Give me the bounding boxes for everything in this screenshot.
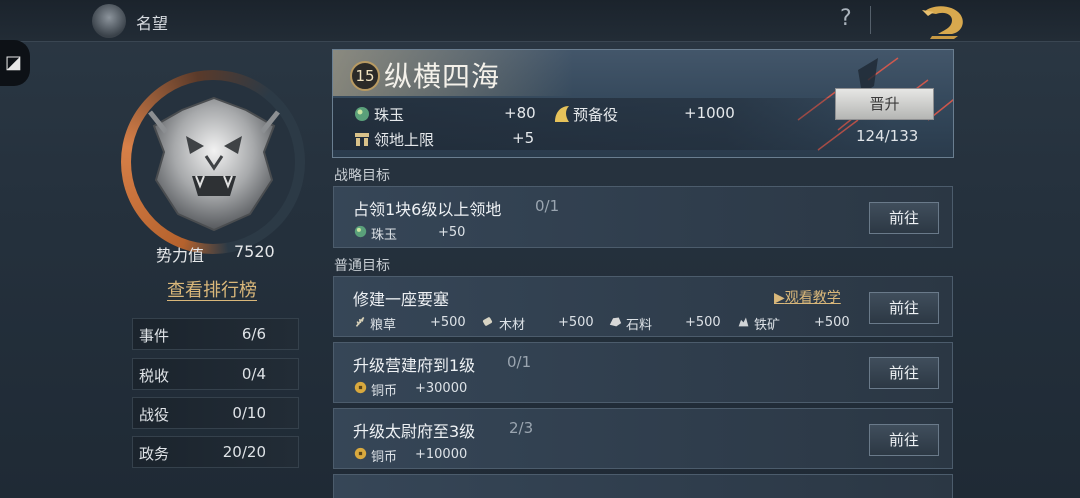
stat-value: 20/20 bbox=[222, 443, 266, 461]
go-button[interactable]: 前往 bbox=[869, 357, 939, 389]
iron-icon bbox=[738, 317, 749, 327]
beast-mask-emblem-icon bbox=[148, 96, 280, 232]
task-name: 升级营建府到1级 bbox=[353, 356, 476, 375]
task-reward-value: +500 bbox=[814, 315, 850, 330]
stat-label: 战役 bbox=[139, 406, 170, 424]
page-title: 名望 bbox=[136, 14, 169, 33]
rank-reward-value: +5 bbox=[512, 129, 535, 147]
power-value: 7520 bbox=[234, 242, 275, 261]
promotion-progress: 124/133 bbox=[856, 127, 919, 145]
stat-row-tax: 税收 0/4 bbox=[132, 358, 299, 390]
stat-label: 税收 bbox=[139, 367, 170, 385]
task-card: 修建一座要塞 粮草 +500 木材 +500 石料 +500 铁矿 +500 前… bbox=[333, 276, 953, 337]
task-reward-value: +30000 bbox=[415, 381, 468, 396]
task-reward-label: 珠玉 bbox=[371, 228, 398, 243]
promote-button[interactable]: 晋升 bbox=[835, 88, 934, 120]
back-dragon-icon[interactable] bbox=[918, 2, 970, 40]
stat-value: 0/4 bbox=[241, 365, 266, 383]
watch-tutorial-link[interactable]: ▶观看教学 bbox=[774, 287, 841, 307]
task-reward-label: 铁矿 bbox=[754, 318, 781, 333]
view-ranking-link[interactable]: 查看排行榜 bbox=[167, 276, 257, 302]
task-count: 2/3 bbox=[509, 419, 534, 437]
rank-reward-label: 珠玉 bbox=[374, 106, 405, 124]
wood-icon bbox=[482, 317, 493, 326]
task-card: 升级太尉府至3级 2/3 铜币 +10000 前往 bbox=[333, 408, 953, 469]
rank-title: 纵横四海 bbox=[384, 60, 501, 93]
help-icon[interactable]: ? bbox=[840, 6, 852, 31]
task-name: 修建一座要塞 bbox=[353, 290, 450, 309]
task-card: 占领1块6级以上领地 0/1 珠玉 +50 前往 bbox=[333, 186, 953, 248]
copper-coin-icon bbox=[354, 447, 367, 460]
rank-reward-label: 预备役 bbox=[573, 106, 619, 124]
power-label: 势力值 bbox=[156, 246, 205, 265]
go-button[interactable]: 前往 bbox=[869, 292, 939, 324]
rank-reward-label: 领地上限 bbox=[374, 131, 435, 149]
task-reward-label: 铜币 bbox=[371, 450, 398, 465]
reserve-troops-icon bbox=[555, 106, 569, 122]
top-bar: 名望 ? bbox=[0, 0, 1080, 42]
task-reward-label: 粮草 bbox=[370, 318, 397, 333]
rank-reward-value: +80 bbox=[504, 104, 536, 122]
grain-icon bbox=[355, 316, 365, 327]
top-divider bbox=[870, 6, 871, 34]
task-reward-label: 铜币 bbox=[371, 384, 398, 399]
stat-label: 政务 bbox=[139, 445, 170, 463]
normal-section-title: 普通目标 bbox=[334, 258, 390, 274]
jade-icon bbox=[355, 107, 369, 121]
task-card: 升级营建府到1级 0/1 铜币 +30000 前往 bbox=[333, 342, 953, 403]
strategic-section-title: 战略目标 bbox=[334, 168, 390, 184]
task-name: 升级太尉府至3级 bbox=[353, 422, 476, 441]
stat-row-campaign: 战役 0/10 bbox=[132, 397, 299, 429]
reputation-emblem-icon bbox=[92, 4, 126, 38]
task-reward-value: +500 bbox=[430, 315, 466, 330]
stat-label: 事件 bbox=[139, 327, 170, 345]
go-button[interactable]: 前往 bbox=[869, 202, 939, 234]
stone-icon bbox=[609, 317, 622, 327]
copper-coin-icon bbox=[354, 381, 367, 394]
task-reward-value: +10000 bbox=[415, 447, 468, 462]
rank-reward-value: +1000 bbox=[684, 104, 735, 122]
jade-icon bbox=[354, 225, 367, 238]
territory-icon bbox=[355, 133, 369, 146]
stat-value: 0/10 bbox=[232, 404, 266, 422]
side-menu-tab[interactable]: ◪ bbox=[0, 40, 30, 86]
task-count: 0/1 bbox=[535, 197, 560, 215]
task-reward-value: +50 bbox=[438, 225, 466, 240]
task-count: 0/1 bbox=[507, 353, 532, 371]
rank-level-badge: 15 bbox=[350, 61, 380, 91]
task-reward-value: +500 bbox=[558, 315, 594, 330]
stat-row-affairs: 政务 20/20 bbox=[132, 436, 299, 468]
go-button[interactable]: 前往 bbox=[869, 424, 939, 456]
puzzle-icon: ◪ bbox=[5, 52, 23, 73]
task-reward-label: 石料 bbox=[626, 318, 653, 333]
task-card-partial bbox=[333, 474, 953, 498]
task-reward-label: 木材 bbox=[499, 318, 526, 333]
tutorial-label: 观看教学 bbox=[784, 290, 841, 306]
task-name: 占领1块6级以上领地 bbox=[353, 200, 502, 219]
stat-value: 6/6 bbox=[241, 325, 266, 343]
stat-row-events: 事件 6/6 bbox=[132, 318, 299, 350]
task-reward-value: +500 bbox=[685, 315, 721, 330]
